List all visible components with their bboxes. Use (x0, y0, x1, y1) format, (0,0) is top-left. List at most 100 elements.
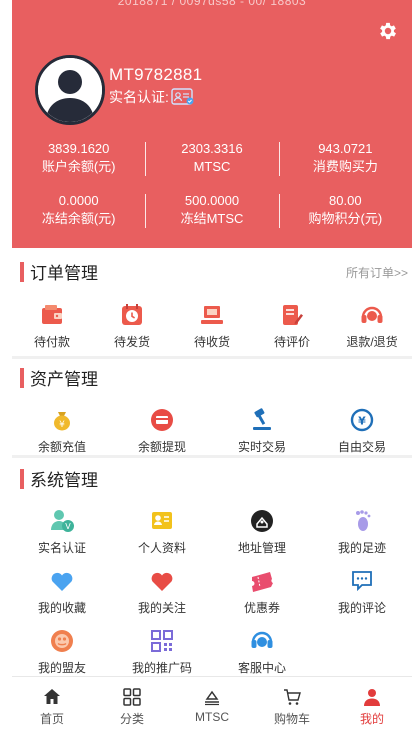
tab-label: 购物车 (273, 712, 310, 726)
item-label: 个人资料 (137, 541, 186, 555)
order-refund-return[interactable]: 退款/退货 (332, 302, 412, 350)
balance-withdraw[interactable]: 余额提现 (112, 407, 212, 455)
gear-icon[interactable] (377, 20, 399, 42)
svg-text:V: V (65, 522, 71, 531)
svg-text:¥: ¥ (358, 415, 366, 428)
id-card-icon (171, 88, 194, 105)
item-label: 我的收藏 (37, 601, 86, 615)
url-hint: 2018871 / 0097ds58 - 00/ 18803 (117, 0, 307, 8)
bottom-tab-bar: 首页 分类 MTSC 购物车 我的 (12, 676, 412, 730)
item-label: 余额提现 (137, 440, 186, 454)
coupons[interactable]: 优惠券 (212, 568, 312, 616)
item-label: 地址管理 (237, 541, 286, 555)
tab-category[interactable]: 分类 (92, 677, 172, 730)
tab-home[interactable]: 首页 (12, 677, 92, 730)
my-favorites[interactable]: 我的收藏 (12, 568, 112, 616)
section-divider (12, 455, 412, 458)
order-pending-receipt[interactable]: 待收货 (172, 302, 252, 350)
stat-label: 消费购买力 (312, 159, 378, 174)
item-label: 退款/退货 (346, 335, 398, 349)
username: MT9782881 (109, 65, 203, 84)
section-title-text: 订单管理 (30, 264, 98, 283)
order-pending-shipment[interactable]: 待发货 (92, 302, 172, 350)
all-orders-link[interactable]: 所有订单>> (346, 264, 408, 281)
wallet-icon (42, 305, 62, 324)
mtsc-icon (205, 690, 219, 706)
order-status-row: 待付款 待发货 待收货 待评价 退款/退货 (12, 302, 412, 350)
item-label: 我的足迹 (337, 541, 386, 555)
avatar[interactable] (35, 55, 105, 125)
my-following[interactable]: 我的关注 (112, 568, 212, 616)
tab-label: 分类 (119, 712, 144, 726)
stat-label: MTSC (193, 159, 231, 174)
stat-value: 3839.1620 (47, 141, 110, 156)
gavel-icon (253, 408, 271, 430)
tab-label: 首页 (39, 712, 64, 726)
item-label: 待评价 (273, 335, 310, 349)
customer-service[interactable]: 客服中心 (212, 628, 312, 676)
stat-value: 2303.3316 (181, 141, 243, 156)
stat-frozen-balance[interactable]: 0.0000 冻结余额(元) (12, 188, 145, 232)
verify-status[interactable]: 实名认证: (109, 87, 195, 107)
stat-label: 账户余额(元) (41, 159, 116, 174)
section-accent-bar (20, 468, 24, 489)
orders-section-title: 订单管理 (20, 259, 98, 284)
favorite-icon (51, 572, 73, 591)
clock-icon (122, 304, 142, 325)
headset-icon (361, 306, 383, 323)
tab-label: MTSC (195, 710, 229, 724)
me-icon (364, 689, 380, 706)
my-allies[interactable]: 我的盟友 (12, 628, 112, 676)
my-footprints[interactable]: 我的足迹 (312, 508, 412, 556)
verify-label: 实名认证: (109, 89, 169, 105)
footprint-icon (356, 510, 371, 531)
heart-icon (151, 572, 173, 591)
order-pending-payment[interactable]: 待付款 (12, 302, 92, 350)
category-icon (123, 688, 141, 706)
free-trade[interactable]: ¥ 自由交易 (312, 407, 412, 455)
item-label: 客服中心 (237, 661, 286, 675)
money-bag-icon: ¥ (54, 412, 70, 431)
cart-icon (284, 689, 301, 705)
exchange-icon: ¥ (350, 408, 374, 432)
tab-label: 我的 (359, 712, 384, 726)
order-pending-review[interactable]: 待评价 (252, 302, 332, 350)
tab-mtsc[interactable]: MTSC (172, 677, 252, 730)
tab-cart[interactable]: 购物车 (252, 677, 332, 730)
my-comments[interactable]: 我的评论 (312, 568, 412, 616)
stat-frozen-mtsc[interactable]: 500.0000 冻结MTSC (145, 188, 278, 232)
address-icon (251, 510, 273, 532)
system-row-1: V 实名认证 个人资料 地址管理 我的足迹 (12, 508, 412, 556)
my-promo-code[interactable]: 我的推广码 (112, 628, 212, 676)
home-icon (44, 689, 60, 704)
profile-card-icon (152, 512, 172, 529)
system-section-title: 系统管理 (20, 466, 98, 491)
item-label: 我的盟友 (37, 661, 86, 675)
item-label: 待收货 (193, 335, 230, 349)
stat-value: 80.00 (329, 193, 362, 208)
stat-mtsc[interactable]: 2303.3316 MTSC (145, 136, 278, 180)
tab-me[interactable]: 我的 (332, 677, 412, 730)
item-label: 待付款 (33, 335, 70, 349)
delivery-icon (201, 306, 223, 324)
item-label: 我的关注 (137, 601, 186, 615)
section-divider (12, 356, 412, 359)
item-label: 待发货 (113, 335, 150, 349)
realtime-trade[interactable]: 实时交易 (212, 407, 312, 455)
balance-recharge[interactable]: ¥ 余额充值 (12, 407, 112, 455)
assets-section-title: 资产管理 (20, 365, 98, 390)
stat-account-balance[interactable]: 3839.1620 账户余额(元) (12, 136, 145, 180)
section-title-text: 资产管理 (30, 370, 98, 389)
stat-purchasing-power[interactable]: 943.0721 消费购买力 (278, 136, 412, 180)
profile-header: 2018871 / 0097ds58 - 00/ 18803 MT9782881… (12, 0, 412, 248)
system-row-3: 我的盟友 我的推广码 客服中心 (12, 628, 312, 676)
real-name-auth[interactable]: V 实名认证 (12, 508, 112, 556)
section-title-text: 系统管理 (30, 471, 98, 490)
item-label: 自由交易 (337, 440, 386, 454)
stat-shopping-points[interactable]: 80.00 购物积分(元) (278, 188, 412, 232)
item-label: 实时交易 (237, 440, 286, 454)
card-icon (151, 409, 173, 431)
personal-info[interactable]: 个人资料 (112, 508, 212, 556)
address-management[interactable]: 地址管理 (212, 508, 312, 556)
qrcode-icon (151, 630, 173, 652)
